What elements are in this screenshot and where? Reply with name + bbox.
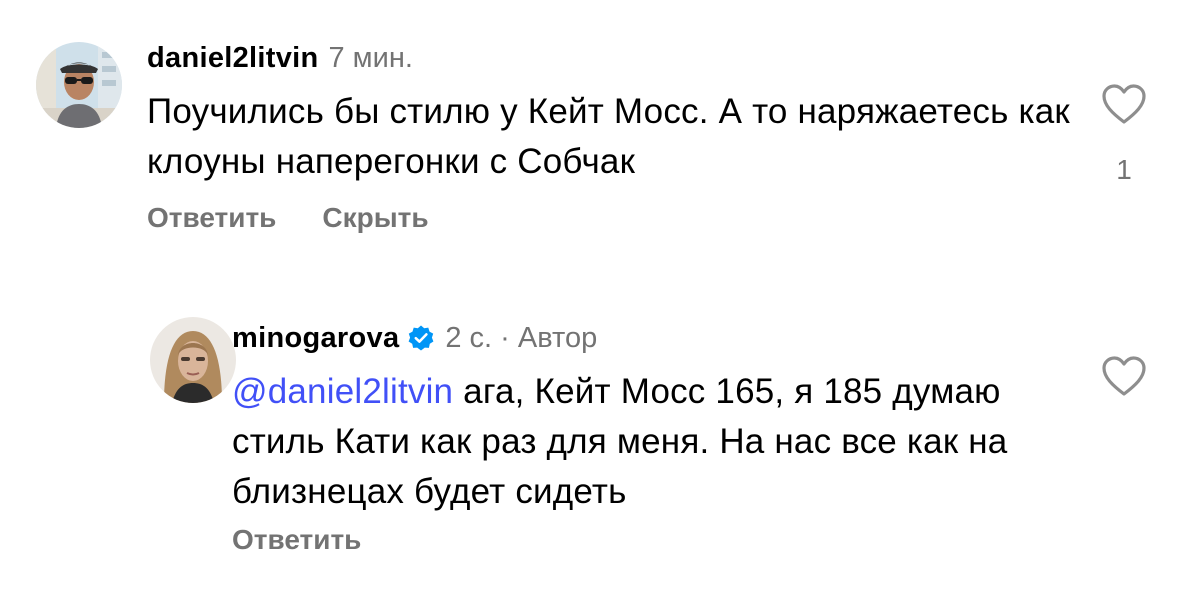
username[interactable]: minogarova	[232, 322, 399, 355]
timestamp-author: 2 с. · Автор	[445, 322, 598, 354]
comment-actions: Ответить	[232, 524, 361, 556]
mention-link[interactable]: @daniel2litvin	[232, 372, 453, 411]
heart-outline-icon[interactable]	[1100, 354, 1148, 398]
reply-button[interactable]: Ответить	[232, 524, 361, 556]
comment-text: @daniel2litvin ага, Кейт Мосс 165, я 185…	[232, 367, 1082, 517]
avatar[interactable]	[150, 317, 236, 403]
reply-comment: minogarova 2 с. · Автор @daniel2litvin а…	[0, 0, 1200, 591]
comments-page: daniel2litvin 7 мин. Поучились бы стилю …	[0, 0, 1200, 591]
verified-badge-icon	[407, 324, 435, 352]
comment-header: minogarova 2 с. · Автор	[232, 319, 597, 355]
